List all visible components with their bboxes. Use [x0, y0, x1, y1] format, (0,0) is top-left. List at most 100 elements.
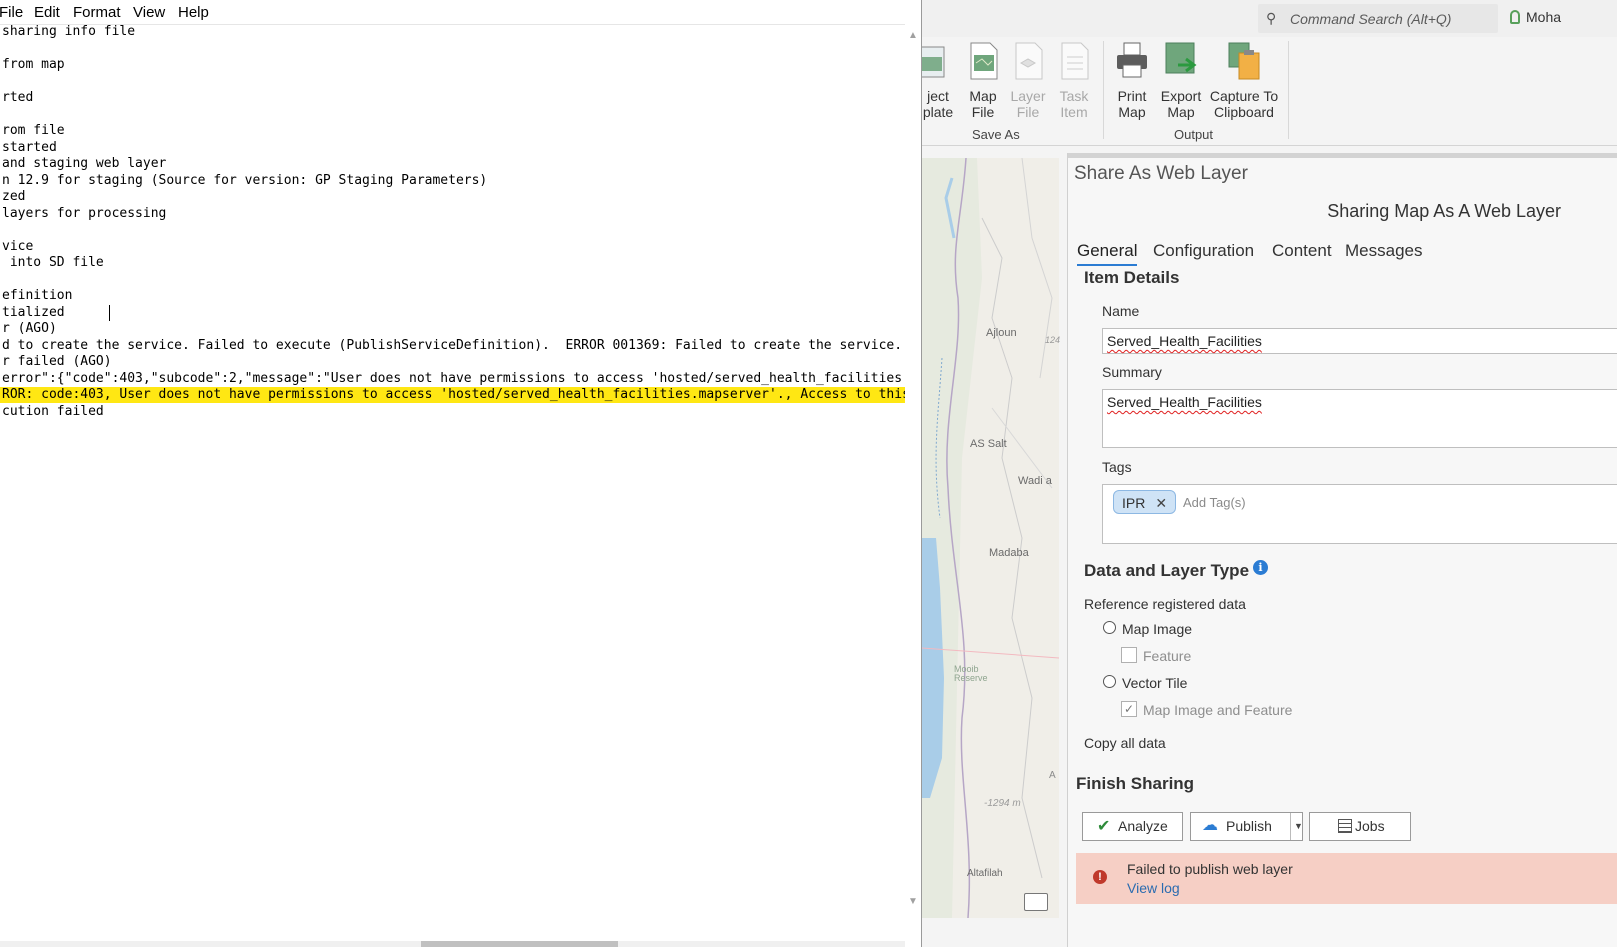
summary-label: Summary — [1102, 364, 1162, 380]
map-label-altafilah: Altafilah — [967, 868, 1003, 879]
list-icon[interactable] — [1024, 893, 1048, 911]
print-map-label-1: Print — [1117, 88, 1147, 104]
jobs-button[interactable]: Jobs — [1309, 812, 1411, 841]
view-log-link[interactable]: View log — [1127, 880, 1180, 896]
log-line: zed — [2, 189, 26, 204]
log-line: from map — [2, 57, 65, 72]
print-map-label-2: Map — [1118, 104, 1146, 120]
capture-to-clipboard-button[interactable]: Capture To Clipboard — [1208, 41, 1280, 120]
log-line: vice — [2, 238, 34, 254]
user-name: Moha — [1526, 9, 1562, 25]
remove-tag-icon[interactable]: ✕ — [1155, 495, 1167, 511]
scroll-up-arrow-icon[interactable]: ▲ — [905, 30, 921, 42]
ribbon-separator — [1288, 41, 1289, 139]
name-field[interactable]: Served_Health_Facilities — [1102, 328, 1617, 354]
log-line: error":{"code":403,"subcode":2,"message"… — [2, 370, 905, 386]
user-icon — [1510, 10, 1520, 24]
menu-format[interactable]: Format — [73, 4, 121, 21]
vertical-scrollbar[interactable] — [905, 24, 921, 947]
map-image-feature-label: Map Image and Feature — [1143, 702, 1293, 718]
name-value: Served_Health_Facilities — [1107, 333, 1262, 349]
publish-button[interactable]: ☁ Publish ▼ — [1190, 812, 1303, 841]
log-line: and staging web layer — [2, 156, 167, 171]
task-item-icon — [1061, 42, 1089, 80]
map-label-madaba: Madaba — [989, 547, 1029, 559]
printer-icon — [1117, 42, 1147, 78]
user-account[interactable]: Moha — [1510, 9, 1561, 25]
analyze-button[interactable]: ✔ Analyze — [1082, 812, 1183, 841]
cloud-icon: ☁ — [1202, 817, 1218, 834]
clipboard-icon — [1228, 42, 1260, 80]
add-tags-input[interactable]: Add Tag(s) — [1183, 495, 1246, 510]
project-template-button[interactable]: ject plate — [922, 41, 958, 120]
task-item-label-2: Item — [1060, 104, 1088, 120]
scroll-down-arrow-icon[interactable]: ▼ — [905, 896, 921, 908]
menu-view[interactable]: View — [133, 4, 165, 21]
horizontal-scroll-thumb[interactable] — [421, 941, 618, 947]
tags-label: Tags — [1102, 459, 1132, 475]
feature-checkbox[interactable] — [1121, 647, 1137, 663]
title-bar: ⚲ Command Search (Alt+Q) Moha — [922, 0, 1617, 38]
print-map-button[interactable]: Print Map — [1112, 41, 1152, 120]
tab-messages[interactable]: Messages — [1345, 241, 1422, 261]
map-label-ajloun: Ajloun — [986, 327, 1017, 339]
search-icon: ⚲ — [1266, 10, 1277, 26]
feature-label: Feature — [1143, 648, 1192, 664]
task-item-button[interactable]: Task Item — [1054, 41, 1094, 120]
command-search-placeholder: Command Search (Alt+Q) — [1290, 11, 1452, 27]
map-image-radio[interactable] — [1103, 621, 1116, 634]
finish-sharing-heading: Finish Sharing — [1076, 774, 1195, 793]
notepad-text-area[interactable]: sharing info file from map rted rom file sta… — [0, 24, 905, 944]
log-line: started — [2, 139, 57, 155]
save-as-group-label: Save As — [972, 127, 1020, 142]
layer-file-button[interactable]: Layer File — [1008, 41, 1048, 120]
error-icon: ! — [1093, 870, 1107, 884]
map-label-elevation: 124 — [1045, 335, 1061, 345]
jobs-label: Jobs — [1355, 818, 1385, 834]
menu-help[interactable]: Help — [178, 4, 209, 21]
share-as-web-layer-pane: Share As Web Layer Sharing Map As A Web … — [1067, 153, 1617, 947]
log-line: d to create the service. Failed to execu… — [2, 337, 903, 353]
map-file-label-2: File — [971, 104, 995, 120]
map-file-label-1: Map — [969, 88, 997, 104]
map-image-label: Map Image — [1122, 621, 1193, 637]
log-line: cution failed — [2, 403, 104, 419]
menu-file[interactable]: File — [0, 4, 23, 21]
jobs-list-icon — [1338, 819, 1352, 833]
publish-label: Publish — [1226, 818, 1272, 834]
export-map-button[interactable]: Export Map — [1157, 41, 1205, 120]
task-item-label-1: Task — [1059, 88, 1089, 104]
reference-registered-data-label: Reference registered data — [1084, 596, 1246, 612]
tag-chip[interactable]: IPR ✕ — [1113, 490, 1177, 514]
menu-edit[interactable]: Edit — [34, 4, 60, 21]
command-search-box[interactable]: ⚲ Command Search (Alt+Q) — [1258, 4, 1498, 33]
info-icon[interactable]: i — [1253, 560, 1268, 575]
output-group-label: Output — [1174, 127, 1214, 142]
arcgis-pro-window: ⚲ Command Search (Alt+Q) Moha ject plate… — [921, 0, 1617, 947]
item-details-heading: Item Details — [1084, 268, 1180, 287]
checkmark-icon: ✔ — [1097, 818, 1111, 835]
map-image-feature-checkbox[interactable]: ✓ — [1121, 701, 1137, 717]
layer-file-label-2: File — [1016, 104, 1040, 120]
export-map-label-1: Export — [1160, 88, 1202, 104]
data-layer-type-heading: Data and Layer Type — [1084, 561, 1250, 580]
layer-file-label-1: Layer — [1010, 88, 1046, 104]
tags-field[interactable]: IPR ✕ Add Tag(s) — [1102, 484, 1617, 544]
publish-dropdown-chevron-down-icon[interactable]: ▼ — [1290, 813, 1303, 840]
layer-file-icon — [1015, 42, 1043, 80]
project-template-label-2: plate — [922, 104, 954, 120]
tab-general[interactable]: General — [1077, 241, 1138, 266]
map-label-mooib-reserve: Mooib Reserve — [954, 664, 988, 683]
name-label: Name — [1102, 303, 1140, 319]
tab-content[interactable]: Content — [1272, 241, 1332, 261]
log-line: r failed (AGO) — [2, 354, 112, 369]
notepad-window: File Edit Format View Help sharing info … — [0, 0, 921, 947]
summary-value: Served_Health_Facilities — [1107, 394, 1262, 410]
vector-tile-radio[interactable] — [1103, 675, 1116, 688]
pane-subtitle: Sharing Map As A Web Layer — [1327, 201, 1561, 221]
pane-top-bar — [1068, 153, 1617, 158]
tab-configuration[interactable]: Configuration — [1153, 241, 1254, 261]
summary-field[interactable]: Served_Health_Facilities — [1102, 389, 1617, 448]
map-file-button[interactable]: Map File — [963, 41, 1003, 120]
export-map-label-2: Map — [1167, 104, 1195, 120]
